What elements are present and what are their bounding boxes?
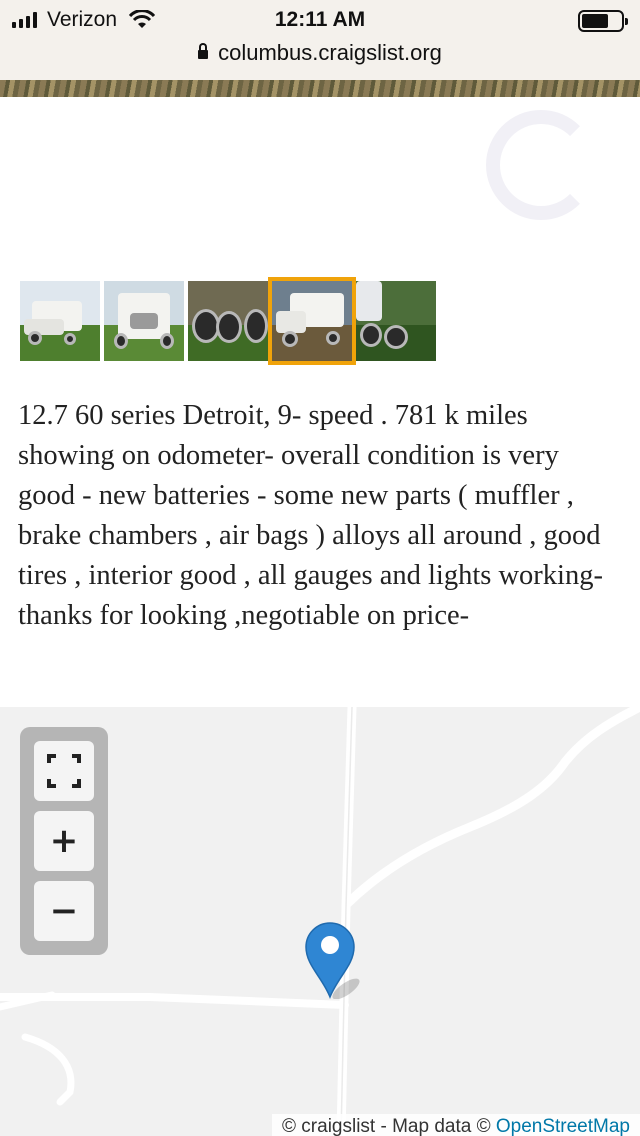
thumbnail-truck-front-side[interactable] [20, 281, 100, 361]
openstreetmap-link[interactable]: OpenStreetMap [496, 1116, 630, 1136]
map-zoom-in-button[interactable]: + [34, 811, 94, 871]
header-image-strip [0, 80, 640, 97]
minus-icon: − [49, 891, 79, 931]
posting-description: 12.7 60 series Detroit, 9- speed . 781 k… [18, 400, 603, 631]
fullscreen-icon [47, 754, 81, 788]
url-text: columbus.craigslist.org [218, 40, 442, 65]
lock-icon [198, 43, 209, 59]
thumbnail-truck-side-selected[interactable] [268, 277, 356, 365]
map-fullscreen-button[interactable] [34, 741, 94, 801]
map-zoom-controls: + − [20, 727, 108, 955]
attribution-text: © craigslist - Map data © [282, 1116, 496, 1136]
thumbnail-truck-front[interactable] [104, 281, 184, 361]
map-attribution: © craigslist - Map data © OpenStreetMap [272, 1114, 640, 1136]
status-time: 12:11 AM [274, 8, 366, 31]
map-marker-icon[interactable] [302, 919, 362, 999]
map-zoom-out-button[interactable]: − [34, 881, 94, 941]
browser-top-bar: Verizon 12:11 AM columbus.craigslist.org [0, 0, 640, 80]
battery-icon [578, 10, 628, 32]
thumbnail-rear-wheels[interactable] [188, 281, 268, 361]
plus-icon: + [49, 821, 79, 861]
url-bar[interactable]: columbus.craigslist.org [0, 40, 640, 66]
thumbnail-chassis-rear[interactable] [356, 281, 436, 361]
craigslist-watermark-logo [486, 110, 596, 220]
location-map[interactable]: + − © craigslist - Map data © OpenStreet… [0, 707, 640, 1136]
